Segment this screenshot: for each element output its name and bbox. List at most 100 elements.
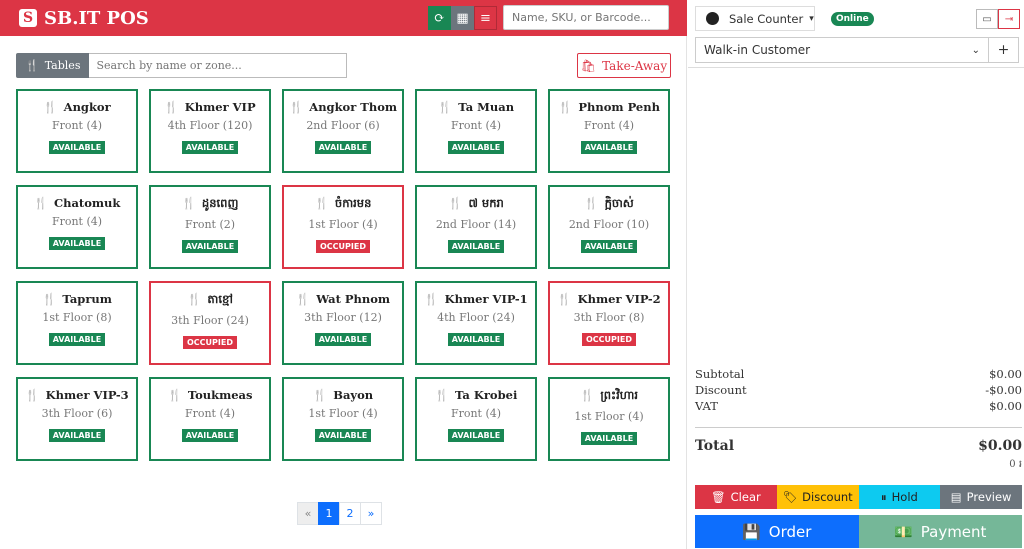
pause-icon: ⏸: [880, 489, 887, 504]
table-card[interactable]: 🍴 Chatomuk Front (4) AVAILABLE: [16, 185, 138, 269]
vat-value: $0.00: [989, 399, 1022, 413]
table-name: 🍴 Phnom Penh: [558, 100, 660, 114]
table-card[interactable]: 🍴 Angkor Front (4) AVAILABLE: [16, 89, 138, 173]
table-zone: 2nd Floor (6): [306, 119, 380, 132]
table-search-input[interactable]: [89, 53, 348, 78]
table-card[interactable]: 🍴 Taprum 1st Floor (8) AVAILABLE: [16, 281, 138, 365]
discount-label: Discount: [695, 383, 747, 397]
pagination: « 1 2 »: [297, 502, 382, 525]
hold-button[interactable]: ⏸ Hold: [858, 485, 941, 509]
table-zone: 2nd Floor (14): [435, 218, 517, 231]
table-card[interactable]: 🍴 Angkor Thom 2nd Floor (6) AVAILABLE: [282, 89, 404, 173]
table-card[interactable]: 🍴 ៧ មករា 2nd Floor (14) AVAILABLE: [415, 185, 537, 269]
checkout-actions: 💾 Order 💵 Payment: [695, 515, 1022, 548]
status-badge: AVAILABLE: [447, 333, 505, 346]
table-card[interactable]: 🍴 Khmer VIP-2 3th Floor (8) OCCUPIED: [548, 281, 670, 365]
status-badge: AVAILABLE: [447, 240, 505, 253]
status-badge: AVAILABLE: [580, 240, 638, 253]
table-name: 🍴 ៧ មករា: [448, 196, 504, 213]
table-card[interactable]: 🍴 Bayon 1st Floor (4) AVAILABLE: [282, 377, 404, 461]
sale-counter-dropdown[interactable]: Sale Counter ▾: [695, 6, 815, 31]
table-zone: Front (4): [51, 119, 103, 132]
subtotal-label: Subtotal: [695, 367, 745, 381]
divider: [688, 67, 1024, 68]
monitor-icon[interactable]: ▭: [976, 9, 998, 29]
table-card[interactable]: 🍴 Ta Krobei Front (4) AVAILABLE: [415, 377, 537, 461]
discount-label: Discount: [802, 490, 853, 504]
order-button[interactable]: 💾 Order: [695, 515, 859, 548]
sale-counter-label: Sale Counter: [729, 11, 804, 26]
status-badge: AVAILABLE: [314, 429, 372, 442]
product-search-input[interactable]: [503, 5, 669, 30]
utensils-icon: 🍴: [288, 100, 304, 114]
table-name: 🍴 តាខ្មៅ: [187, 292, 233, 309]
table-filter-bar: 🍴 Tables: [16, 53, 348, 78]
left-panel: S SB.IT POS ⟳ ▦ ≡ 🍴 Tables 🛍 Take-Away 🍴…: [0, 0, 687, 549]
brand-name: SB.IT POS: [44, 7, 149, 29]
preview-button[interactable]: ▤ Preview: [940, 485, 1022, 509]
discount-button[interactable]: 🏷 Discount: [776, 485, 859, 509]
utensils-icon: 🍴: [558, 100, 573, 114]
clear-button[interactable]: 🗑 Clear: [695, 485, 777, 509]
table-card[interactable]: 🍴 Phnom Penh Front (4) AVAILABLE: [548, 89, 670, 173]
table-card[interactable]: 🍴 Khmer VIP-1 4th Floor (24) AVAILABLE: [415, 281, 537, 365]
payment-label: Payment: [920, 522, 987, 541]
customer-dropdown[interactable]: Walk-in Customer ⌄: [696, 38, 988, 62]
logout-icon[interactable]: ⇥: [998, 9, 1020, 29]
page-next-button[interactable]: »: [360, 502, 382, 525]
table-zone: 3th Floor (6): [41, 407, 113, 420]
page-1-button[interactable]: 1: [318, 502, 340, 525]
list-view-icon[interactable]: ≡: [474, 6, 497, 30]
table-name: 🍴 Khmer VIP-1: [424, 292, 527, 306]
table-zone: 3th Floor (8): [573, 311, 645, 324]
grid-view-icon[interactable]: ▦: [451, 6, 474, 30]
table-name: 🍴 Toukmeas: [168, 388, 253, 402]
utensils-icon: 🍴: [448, 196, 463, 210]
status-badge: AVAILABLE: [181, 141, 239, 154]
table-card[interactable]: 🍴 តាខ្មៅ 3th Floor (24) OCCUPIED: [149, 281, 271, 365]
table-zone: 4th Floor (24): [437, 311, 515, 324]
utensils-icon: 🍴: [557, 292, 572, 306]
status-badge: OCCUPIED: [316, 240, 370, 253]
page-prev-button[interactable]: «: [297, 502, 319, 525]
payment-button[interactable]: 💵 Payment: [858, 515, 1022, 548]
utensils-icon: 🍴: [437, 100, 453, 114]
table-card[interactable]: 🍴 Ta Muan Front (4) AVAILABLE: [415, 89, 537, 173]
page-2-button[interactable]: 2: [339, 502, 361, 525]
take-away-button[interactable]: 🛍 Take-Away: [577, 53, 671, 78]
table-name-text: Khmer VIP-2: [577, 292, 661, 306]
table-card[interactable]: 🍴 ចំការមន 1st Floor (4) OCCUPIED: [282, 185, 404, 269]
table-name-text: Angkor: [63, 100, 111, 114]
table-zone: 4th Floor (120): [167, 119, 253, 132]
table-name: 🍴 Ta Muan: [438, 100, 514, 114]
table-card[interactable]: 🍴 ដូនពេញ Front (2) AVAILABLE: [149, 185, 271, 269]
utensils-icon: 🍴: [314, 196, 329, 210]
subtotal-value: $0.00: [989, 367, 1022, 381]
table-name-text: Wat Phnom: [316, 292, 391, 306]
table-zone: 3th Floor (12): [304, 311, 382, 324]
total-row: Total $0.00: [695, 438, 1022, 454]
brand-logo-icon: S: [19, 9, 37, 27]
table-name-text: Taprum: [62, 292, 112, 306]
table-card[interactable]: 🍴 Toukmeas Front (4) AVAILABLE: [149, 377, 271, 461]
table-card[interactable]: 🍴 Khmer VIP-3 3th Floor (6) AVAILABLE: [16, 377, 138, 461]
table-card[interactable]: 🍴 Wat Phnom 3th Floor (12) AVAILABLE: [282, 281, 404, 365]
status-badge: AVAILABLE: [580, 141, 638, 154]
totals-summary: Subtotal $0.00 Discount -$0.00 VAT $0.00…: [695, 367, 1022, 472]
table-zone: Front (2): [184, 218, 236, 231]
trash-icon: 🗑: [711, 490, 726, 504]
table-card[interactable]: 🍴 Khmer VIP 4th Floor (120) AVAILABLE: [149, 89, 271, 173]
table-card[interactable]: 🍴 ក្អិចាស់ 2nd Floor (10) AVAILABLE: [548, 185, 670, 269]
customer-name: Walk-in Customer: [704, 43, 811, 57]
table-zone: Front (4): [184, 407, 236, 420]
table-name: 🍴 ក្អិចាស់: [584, 196, 634, 213]
utensils-icon: 🍴: [579, 388, 595, 402]
add-customer-button[interactable]: +: [988, 38, 1018, 62]
table-name-text: Bayon: [333, 388, 374, 402]
refresh-icon[interactable]: ⟳: [428, 6, 451, 30]
table-card[interactable]: 🍴 ព្រះវិហារ 1st Floor (4) AVAILABLE: [548, 377, 670, 461]
table-name-text: Chatomuk: [53, 196, 121, 210]
tables-button[interactable]: 🍴 Tables: [16, 53, 90, 78]
table-name: 🍴 ព្រះវិហារ: [580, 388, 638, 405]
table-name-text: ចំការមន: [334, 196, 372, 210]
